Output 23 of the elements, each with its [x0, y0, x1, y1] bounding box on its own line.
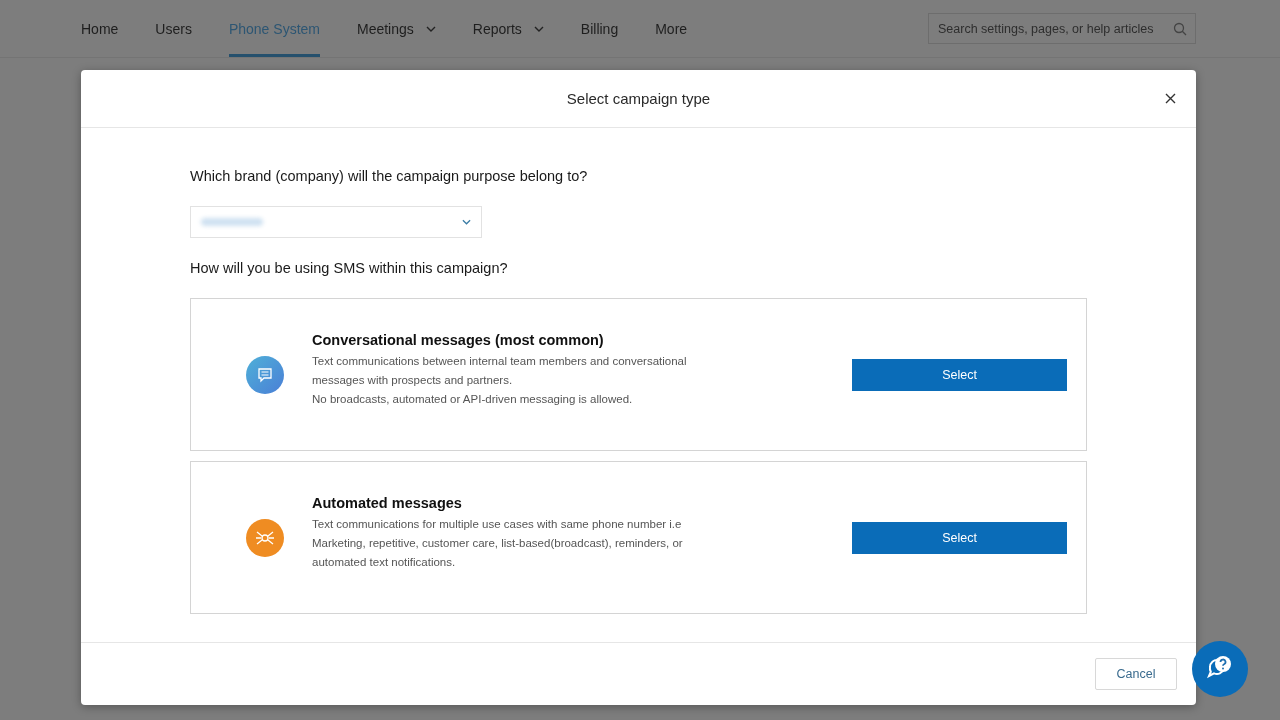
option-title: Conversational messages (most common): [312, 332, 605, 348]
search-icon: [1173, 22, 1187, 36]
nav-tab[interactable]: More: [655, 0, 688, 57]
help-chat-button[interactable]: [1192, 641, 1248, 697]
question-text: Which brand (company) will the campaign purpose belong to?: [190, 168, 589, 184]
option-description: Text communications between internal team members and conversational messages with prospects and partners. No broadcasts, automated or API-driven messaging is allowed.: [312, 354, 688, 407]
chevron-down-icon: [462, 219, 471, 225]
select-button[interactable]: Select: [852, 521, 1067, 554]
network-hub-icon: [246, 518, 284, 557]
nav-tab[interactable]: Users: [155, 0, 192, 57]
cancel-button[interactable]: Cancel: [1095, 658, 1177, 690]
close-icon[interactable]: [1165, 93, 1176, 104]
dialog-title: Select campaign type: [566, 90, 711, 107]
nav-tab[interactable]: Home: [81, 0, 119, 57]
nav-tab[interactable]: Billing: [580, 0, 619, 57]
question-text: How will you be using SMS within this campaign?: [190, 260, 509, 276]
nav-tab[interactable]: Meetings: [357, 0, 436, 57]
search-field[interactable]: Search settings, pages, or help articles: [928, 13, 1196, 44]
select-button[interactable]: Select: [852, 358, 1067, 391]
option-description: Text communications for multiple use cases with same phone number i.e Marketing, repetitive, customer care, list-based(broadcast), reminders, or automated text notifications.: [312, 517, 684, 570]
nav-tab[interactable]: Reports: [472, 0, 544, 57]
option-title: Automated messages: [312, 495, 463, 511]
chat-bubble-icon: [246, 355, 284, 394]
